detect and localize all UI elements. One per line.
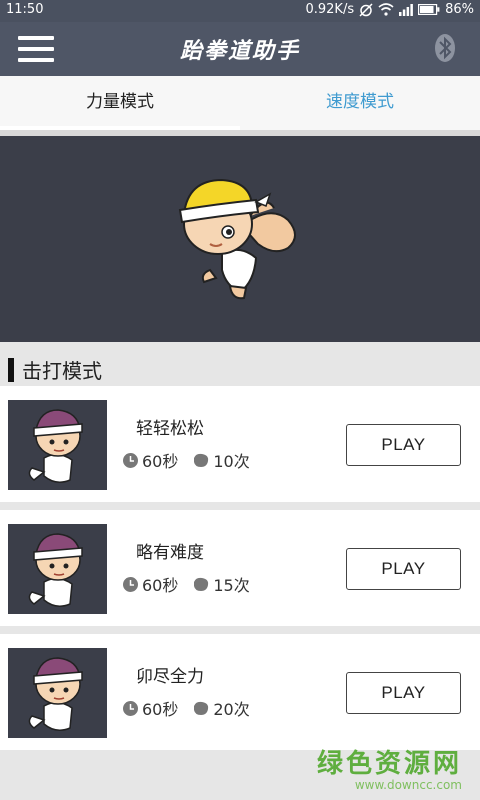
taekwondo-kicker-illustration xyxy=(178,178,296,300)
play-button[interactable]: PLAY xyxy=(346,424,461,466)
fighter-thumbnail-illustration xyxy=(28,533,83,607)
hits-stat: 10次 xyxy=(192,448,250,472)
duration-stat: 60秒 xyxy=(122,448,178,472)
mode-thumbnail xyxy=(8,648,107,738)
mode-stats: 60秒 15次 xyxy=(122,572,250,596)
alarm-off-icon xyxy=(359,2,373,17)
section-title: 击打模式 xyxy=(22,359,102,383)
mode-name: 轻轻松松 xyxy=(136,419,204,439)
tab-strength-mode[interactable]: 力量模式 xyxy=(0,76,240,130)
hits-value: 20次 xyxy=(213,700,250,719)
section-marker xyxy=(8,358,14,382)
mode-stats: 60秒 20次 xyxy=(122,696,250,720)
punch-count-icon xyxy=(194,701,209,715)
mode-tab-bar: 力量模式 速度模式 xyxy=(0,76,480,130)
mode-card: 略有难度 60秒 15次 PLAY xyxy=(0,510,480,626)
battery-icon xyxy=(418,4,440,15)
duration-value: 60秒 xyxy=(142,576,179,595)
clock-icon xyxy=(123,576,138,592)
clock-icon xyxy=(123,700,138,716)
bluetooth-icon xyxy=(435,34,455,62)
tab-speed-mode[interactable]: 速度模式 xyxy=(240,76,480,130)
watermark-main: 绿色资源网 xyxy=(316,749,462,779)
mode-card: 轻轻松松 60秒 10次 PLAY xyxy=(0,386,480,502)
watermark-url: www.downcc.com xyxy=(354,778,462,792)
punch-count-icon xyxy=(194,577,209,591)
network-speed: 0.92K/s xyxy=(305,2,355,17)
hits-value: 10次 xyxy=(213,452,250,471)
play-button[interactable]: PLAY xyxy=(346,548,461,590)
duration-value: 60秒 xyxy=(142,700,179,719)
play-button[interactable]: PLAY xyxy=(346,672,461,714)
status-time: 11:50 xyxy=(6,2,44,17)
mode-thumbnail xyxy=(8,524,107,614)
mode-name: 略有难度 xyxy=(136,543,204,563)
signal-icon xyxy=(399,3,413,16)
mode-card: 卯尽全力 60秒 20次 PLAY xyxy=(0,634,480,750)
duration-stat: 60秒 xyxy=(122,572,178,596)
status-bar: 11:50 0.92K/s 86% xyxy=(0,0,480,22)
fighter-thumbnail-illustration xyxy=(28,657,83,731)
duration-value: 60秒 xyxy=(142,452,179,471)
mode-stats: 60秒 10次 xyxy=(122,448,250,472)
clock-icon xyxy=(123,452,138,468)
hero-banner xyxy=(0,136,480,342)
duration-stat: 60秒 xyxy=(122,696,178,720)
mode-name: 卯尽全力 xyxy=(136,667,204,687)
app-bar: 跆拳道助手 xyxy=(0,22,480,76)
hits-stat: 20次 xyxy=(192,696,250,720)
section-header: 击打模式 xyxy=(0,342,480,386)
fighter-thumbnail-illustration xyxy=(28,409,83,483)
punch-count-icon xyxy=(194,453,209,467)
watermark: 绿色资源网 www.downcc.com xyxy=(317,743,462,792)
battery-level: 86% xyxy=(445,2,474,17)
bluetooth-button[interactable] xyxy=(434,33,456,63)
hits-stat: 15次 xyxy=(192,572,250,596)
status-indicators: 0.92K/s 86% xyxy=(305,2,474,17)
hits-value: 15次 xyxy=(213,576,250,595)
wifi-icon xyxy=(378,3,394,16)
app-title: 跆拳道助手 xyxy=(179,38,300,64)
mode-thumbnail xyxy=(8,400,107,490)
